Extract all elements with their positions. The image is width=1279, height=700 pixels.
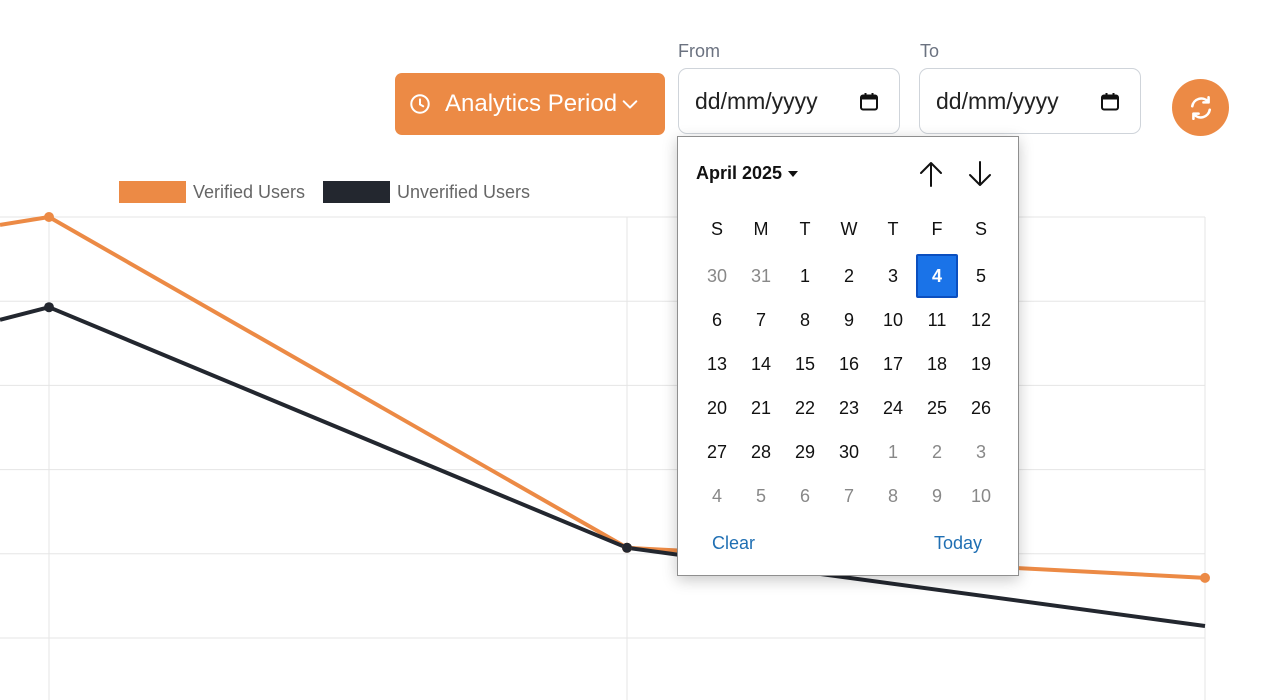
- weekday-label: T: [887, 219, 899, 239]
- from-label: From: [678, 41, 720, 61]
- chart-lines: [0, 215, 1206, 628]
- chevron-down-icon: [622, 100, 638, 109]
- calendar-day[interactable]: 3: [871, 254, 915, 298]
- calendar-week-row: 30 31 1 2 3 4 5: [695, 254, 1003, 298]
- calendar-day[interactable]: 11: [915, 298, 959, 342]
- clock-icon: [410, 94, 430, 114]
- analytics-period-button[interactable]: Analytics Period: [395, 73, 665, 135]
- calendar-week-row: 4 5 6 7 8 9 10: [695, 474, 1003, 518]
- calendar-day[interactable]: 26: [959, 386, 1003, 430]
- calendar-day[interactable]: 3: [959, 430, 1003, 474]
- analytics-period-label: Analytics Period: [445, 90, 618, 117]
- calendar-week-row: 27 28 29 30 1 2 3: [695, 430, 1003, 474]
- calendar-day[interactable]: 21: [739, 386, 783, 430]
- unverified-users-point[interactable]: [622, 542, 632, 553]
- refresh-button[interactable]: [1172, 79, 1229, 136]
- calendar-day[interactable]: 19: [959, 342, 1003, 386]
- calendar-day[interactable]: 9: [915, 474, 959, 518]
- calendar-day[interactable]: 23: [827, 386, 871, 430]
- calendar-day[interactable]: 20: [695, 386, 739, 430]
- calendar-day[interactable]: 31: [739, 254, 783, 298]
- chart-gridlines: [0, 216, 1206, 700]
- calendar-day[interactable]: 14: [739, 342, 783, 386]
- weekday-label: S: [974, 219, 987, 239]
- calendar-day[interactable]: 2: [827, 254, 871, 298]
- weekday-label: F: [931, 219, 943, 239]
- calendar-day[interactable]: 29: [783, 430, 827, 474]
- calendar-day[interactable]: 24: [871, 386, 915, 430]
- calendar-day[interactable]: 22: [783, 386, 827, 430]
- calendar-day[interactable]: 5: [959, 254, 1003, 298]
- weekday-header: S M T W T F S: [695, 219, 1003, 240]
- unverified-users-line: [0, 305, 1206, 628]
- calendar-day-selected[interactable]: 4: [916, 254, 958, 298]
- calendar-day[interactable]: 16: [827, 342, 871, 386]
- calendar-day[interactable]: 18: [915, 342, 959, 386]
- calendar-icon[interactable]: [859, 92, 879, 112]
- weekday-label: S: [710, 219, 723, 239]
- unverified-users-point[interactable]: [44, 302, 54, 313]
- weekday-label: T: [799, 219, 811, 239]
- from-date-value: dd/mm/yyyy: [695, 87, 818, 114]
- legend-swatch-unverified[interactable]: [323, 181, 390, 203]
- calendar-week-row: 6 7 8 9 10 11 12: [695, 298, 1003, 342]
- calendar-day[interactable]: 25: [915, 386, 959, 430]
- month-year-selector[interactable]: April 2025: [696, 163, 799, 184]
- calendar-day[interactable]: 7: [739, 298, 783, 342]
- caret-down-icon: [788, 170, 799, 177]
- legend-label-unverified[interactable]: Unverified Users: [397, 181, 530, 203]
- verified-users-point[interactable]: [1200, 572, 1210, 583]
- month-year-label: April 2025: [696, 163, 783, 183]
- weekday-label: W: [840, 219, 858, 239]
- calendar-day[interactable]: 7: [827, 474, 871, 518]
- calendar-day[interactable]: 2: [915, 430, 959, 474]
- calendar-day[interactable]: 10: [871, 298, 915, 342]
- date-picker-popup: April 2025 S M T W T F S 30 31 1 2 3 4 5 6 7 8 9 10…: [677, 136, 1019, 576]
- calendar-day[interactable]: 4: [695, 474, 739, 518]
- calendar-day[interactable]: 13: [695, 342, 739, 386]
- arrow-up-icon[interactable]: [916, 159, 946, 189]
- calendar-day[interactable]: 30: [827, 430, 871, 474]
- calendar-icon[interactable]: [1100, 92, 1120, 112]
- calendar-day[interactable]: 17: [871, 342, 915, 386]
- calendar-day[interactable]: 15: [783, 342, 827, 386]
- calendar-day[interactable]: 30: [695, 254, 739, 298]
- refresh-icon: [1190, 95, 1211, 120]
- calendar-day[interactable]: 27: [695, 430, 739, 474]
- arrow-down-icon[interactable]: [965, 159, 995, 189]
- calendar-day[interactable]: 1: [871, 430, 915, 474]
- calendar-week-row: 13 14 15 16 17 18 19: [695, 342, 1003, 386]
- verified-users-line: [0, 215, 1206, 580]
- calendar-day[interactable]: 8: [783, 298, 827, 342]
- calendar-day[interactable]: 6: [695, 298, 739, 342]
- calendar-week-row: 20 21 22 23 24 25 26: [695, 386, 1003, 430]
- to-label: To: [920, 41, 940, 61]
- to-date-input[interactable]: dd/mm/yyyy: [919, 68, 1141, 134]
- calendar-day[interactable]: 28: [739, 430, 783, 474]
- legend-swatch-verified[interactable]: [119, 181, 186, 203]
- legend-label-verified[interactable]: Verified Users: [193, 181, 305, 203]
- verified-users-point[interactable]: [44, 212, 54, 222]
- weekday-label: M: [753, 219, 769, 239]
- calendar-day[interactable]: 8: [871, 474, 915, 518]
- calendar-day[interactable]: 10: [959, 474, 1003, 518]
- from-date-input[interactable]: dd/mm/yyyy: [678, 68, 900, 134]
- calendar-day[interactable]: 5: [739, 474, 783, 518]
- clear-button[interactable]: Clear: [712, 533, 755, 554]
- calendar-day[interactable]: 12: [959, 298, 1003, 342]
- calendar-day[interactable]: 9: [827, 298, 871, 342]
- calendar-day[interactable]: 1: [783, 254, 827, 298]
- today-button[interactable]: Today: [934, 533, 982, 554]
- calendar-day[interactable]: 6: [783, 474, 827, 518]
- to-date-value: dd/mm/yyyy: [936, 87, 1059, 114]
